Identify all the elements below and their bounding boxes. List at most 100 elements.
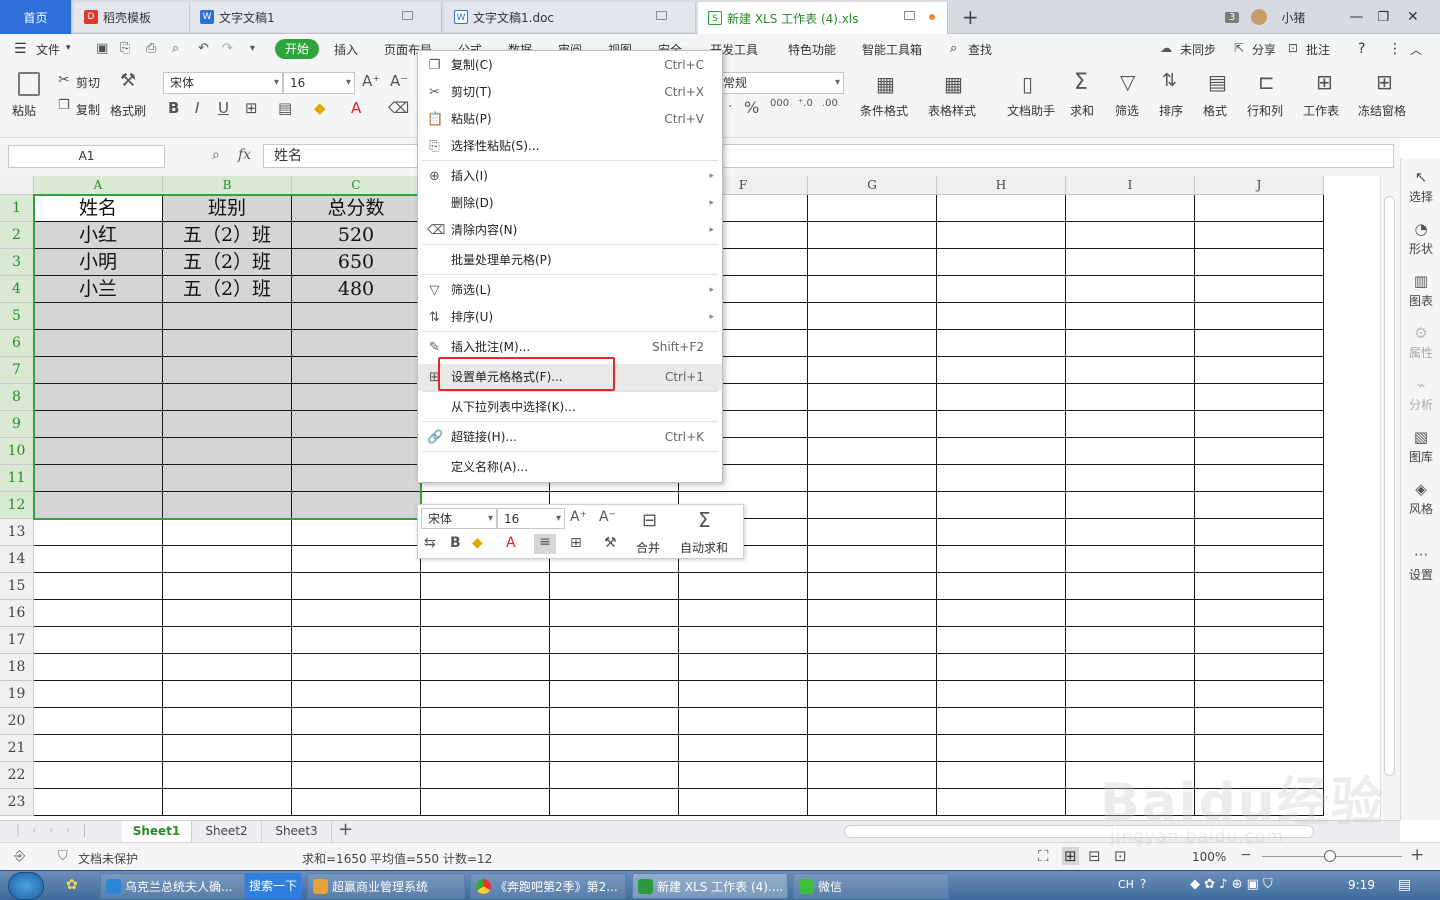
cell-j21[interactable] <box>1195 735 1324 762</box>
border-icon[interactable]: ⊞ <box>245 99 258 117</box>
row-header-20[interactable]: 20 <box>0 708 34 735</box>
row-header-11[interactable]: 11 <box>0 465 34 492</box>
cell-a2[interactable]: 小红 <box>34 222 163 249</box>
cell-i11[interactable] <box>1066 465 1195 492</box>
cell-c1[interactable]: 总分数 <box>292 195 421 222</box>
cell-h13[interactable] <box>937 519 1066 546</box>
filter-icon[interactable]: ▽ <box>1120 70 1135 94</box>
cell-g9[interactable] <box>808 411 937 438</box>
cut-button[interactable]: 剪切 <box>76 74 100 91</box>
cell-a19[interactable] <box>34 681 163 708</box>
cell-e23[interactable] <box>550 789 679 816</box>
close-icon[interactable]: ✕ <box>1407 9 1419 25</box>
cell-b12[interactable] <box>163 492 292 519</box>
cell-c21[interactable] <box>292 735 421 762</box>
cell-c8[interactable] <box>292 384 421 411</box>
context-menu-item-1[interactable]: ✂ 剪切(T) Ctrl+X <box>418 79 722 106</box>
mini-autosum-icon[interactable]: Σ <box>698 508 711 532</box>
context-menu-item-8[interactable]: ▽ 筛选(L) ▸ <box>418 277 722 304</box>
cell-i14[interactable] <box>1066 546 1195 573</box>
side-analysis[interactable]: ⌁ 分析 <box>1401 376 1440 413</box>
cell-h19[interactable] <box>937 681 1066 708</box>
increase-decimal-icon[interactable]: ⁺.0 <box>798 98 813 109</box>
mini-font-color-icon[interactable]: A <box>506 535 516 551</box>
cell-j20[interactable] <box>1195 708 1324 735</box>
row-header-14[interactable]: 14 <box>0 546 34 573</box>
cell-j13[interactable] <box>1195 519 1324 546</box>
cell-h23[interactable] <box>937 789 1066 816</box>
row-header-9[interactable]: 9 <box>0 411 34 438</box>
table-style-button[interactable]: 表格样式 <box>928 102 976 119</box>
context-menu-item-3[interactable]: ⎘ 选择性粘贴(S)... <box>418 133 722 160</box>
format-icon[interactable]: ▤ <box>1208 70 1227 94</box>
cell-h12[interactable] <box>937 492 1066 519</box>
cell-a16[interactable] <box>34 600 163 627</box>
cell-d23[interactable] <box>421 789 550 816</box>
cell-h3[interactable] <box>937 249 1066 276</box>
cell-b6[interactable] <box>163 330 292 357</box>
cell-g7[interactable] <box>808 357 937 384</box>
row-header-7[interactable]: 7 <box>0 357 34 384</box>
cell-a15[interactable] <box>34 573 163 600</box>
cell-b23[interactable] <box>163 789 292 816</box>
mini-font-grow-icon[interactable]: A⁺ <box>570 509 587 525</box>
side-chart[interactable]: ▥ 图表 <box>1401 272 1440 309</box>
taskbar-item-browser[interactable]: 《奔跑吧第2季》第2... <box>470 873 626 899</box>
format-button[interactable]: 格式 <box>1203 102 1227 119</box>
select-all-corner[interactable] <box>0 176 34 195</box>
tab-docer-templates[interactable]: D 稻壳模板 <box>74 2 190 32</box>
protect-status[interactable]: 文档未保护 <box>78 850 138 867</box>
cell-a17[interactable] <box>34 627 163 654</box>
cell-c23[interactable] <box>292 789 421 816</box>
font-grow-icon[interactable]: A⁺ <box>362 72 380 90</box>
currency-icon[interactable]: · <box>728 100 732 115</box>
cell-j8[interactable] <box>1195 384 1324 411</box>
avatar[interactable] <box>1251 9 1268 25</box>
cell-g1[interactable] <box>808 195 937 222</box>
cell-i5[interactable] <box>1066 303 1195 330</box>
sum-icon[interactable]: Σ <box>1074 70 1088 95</box>
table-style-icon[interactable]: ▦ <box>944 72 963 96</box>
page-break-view-icon[interactable]: ⊟ <box>1088 847 1101 865</box>
cell-c16[interactable] <box>292 600 421 627</box>
window-count-badge[interactable]: 3 <box>1225 11 1240 23</box>
cell-e17[interactable] <box>550 627 679 654</box>
cell-c18[interactable] <box>292 654 421 681</box>
cell-b2[interactable]: 五（2）班 <box>163 222 292 249</box>
cell-c11[interactable] <box>292 465 421 492</box>
cell-a9[interactable] <box>34 411 163 438</box>
export-icon[interactable]: ⎘ <box>120 41 130 56</box>
notification-icon[interactable]: ▤ <box>1398 877 1411 893</box>
cell-f19[interactable] <box>679 681 808 708</box>
cell-b16[interactable] <box>163 600 292 627</box>
cell-g6[interactable] <box>808 330 937 357</box>
context-menu-item-5[interactable]: 删除(D) ▸ <box>418 190 722 217</box>
cell-e21[interactable] <box>550 735 679 762</box>
cell-j10[interactable] <box>1195 438 1324 465</box>
cell-j6[interactable] <box>1195 330 1324 357</box>
cell-a14[interactable] <box>34 546 163 573</box>
copy-button[interactable]: 复制 <box>76 101 100 118</box>
collapse-ribbon-icon[interactable]: ︿ <box>1410 41 1422 58</box>
tab-doc1-doc[interactable]: W 文字文稿1.doc <box>444 2 696 32</box>
cell-c13[interactable] <box>292 519 421 546</box>
cell-j12[interactable] <box>1195 492 1324 519</box>
more-icon[interactable]: ⋮ <box>1388 41 1402 57</box>
cell-h9[interactable] <box>937 411 1066 438</box>
clock[interactable]: 9:19 <box>1348 878 1375 892</box>
cell-b8[interactable] <box>163 384 292 411</box>
cell-i9[interactable] <box>1066 411 1195 438</box>
cell-d18[interactable] <box>421 654 550 681</box>
cell-h16[interactable] <box>937 600 1066 627</box>
cell-b10[interactable] <box>163 438 292 465</box>
cell-h4[interactable] <box>937 276 1066 303</box>
cell-j9[interactable] <box>1195 411 1324 438</box>
cell-b17[interactable] <box>163 627 292 654</box>
fill-color-icon[interactable]: ◆ <box>314 99 326 117</box>
user-name[interactable]: 小猪 <box>1281 9 1305 26</box>
cell-h2[interactable] <box>937 222 1066 249</box>
taskbar-item-business[interactable]: 超赢商业管理系统 <box>307 873 465 899</box>
bold-icon[interactable]: B <box>168 99 179 117</box>
cell-e20[interactable] <box>550 708 679 735</box>
cell-i4[interactable] <box>1066 276 1195 303</box>
